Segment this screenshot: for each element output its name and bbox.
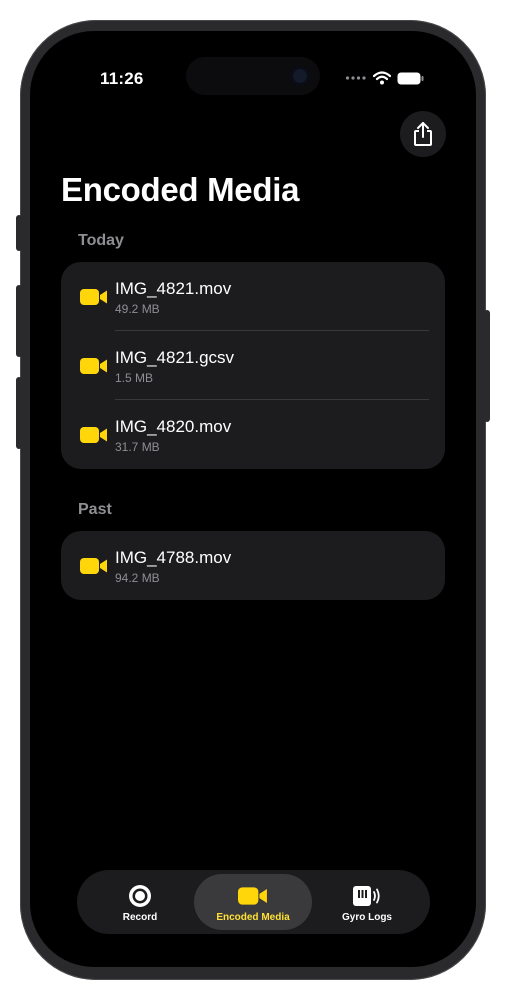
file-size: 1.5 MB	[115, 371, 154, 385]
volume-down-button	[16, 377, 22, 449]
list-item[interactable]: IMG_4821.mov 49.2 MB	[61, 262, 445, 331]
power-button	[484, 310, 490, 422]
tab-gyro-logs[interactable]: Gyro Logs	[308, 874, 426, 930]
action-button	[16, 215, 22, 251]
video-camera-icon	[80, 358, 107, 374]
screen: 11:26 Encoded Media Today IMG_4821.mov 4…	[30, 31, 476, 967]
tab-label: Record	[122, 912, 158, 923]
tab-bar: Record Encoded Media Gyro Logs	[77, 870, 430, 934]
file-name: IMG_4820.mov	[115, 417, 232, 436]
front-camera-icon	[290, 66, 310, 86]
volume-up-button	[16, 285, 22, 357]
tab-record[interactable]: Record	[81, 874, 199, 930]
section-header-today: Today	[78, 232, 124, 249]
today-media-list: IMG_4821.mov 49.2 MB IMG_4821.gcsv 1.5 M…	[61, 262, 445, 469]
video-camera-icon	[238, 887, 267, 905]
file-size: 49.2 MB	[115, 302, 160, 316]
list-item[interactable]: IMG_4788.mov 94.2 MB	[61, 531, 445, 600]
status-indicators	[345, 71, 424, 85]
file-name: IMG_4821.gcsv	[115, 348, 235, 367]
status-time: 11:26	[100, 69, 144, 88]
wifi-icon	[373, 71, 391, 85]
page-title: Encoded Media	[61, 171, 300, 208]
tab-encoded-media[interactable]: Encoded Media	[194, 874, 312, 930]
past-media-list: IMG_4788.mov 94.2 MB	[61, 531, 445, 600]
dynamic-island	[186, 57, 320, 95]
list-item[interactable]: IMG_4821.gcsv 1.5 MB	[61, 331, 445, 400]
video-camera-icon	[80, 558, 107, 574]
tab-label: Gyro Logs	[341, 912, 392, 923]
section-header-past: Past	[78, 501, 112, 518]
record-icon	[129, 885, 151, 907]
video-camera-icon	[80, 427, 107, 443]
signal-dots-icon	[345, 76, 366, 80]
list-item[interactable]: IMG_4820.mov 31.7 MB	[61, 400, 445, 469]
share-icon	[414, 122, 432, 146]
tab-label: Encoded Media	[216, 912, 290, 923]
file-size: 31.7 MB	[115, 440, 160, 454]
gyro-logs-icon	[353, 886, 380, 906]
file-size: 94.2 MB	[115, 571, 160, 585]
share-button[interactable]	[400, 111, 446, 157]
battery-icon	[397, 72, 424, 84]
video-camera-icon	[80, 289, 107, 305]
file-name: IMG_4821.mov	[115, 279, 232, 298]
file-name: IMG_4788.mov	[115, 548, 232, 567]
